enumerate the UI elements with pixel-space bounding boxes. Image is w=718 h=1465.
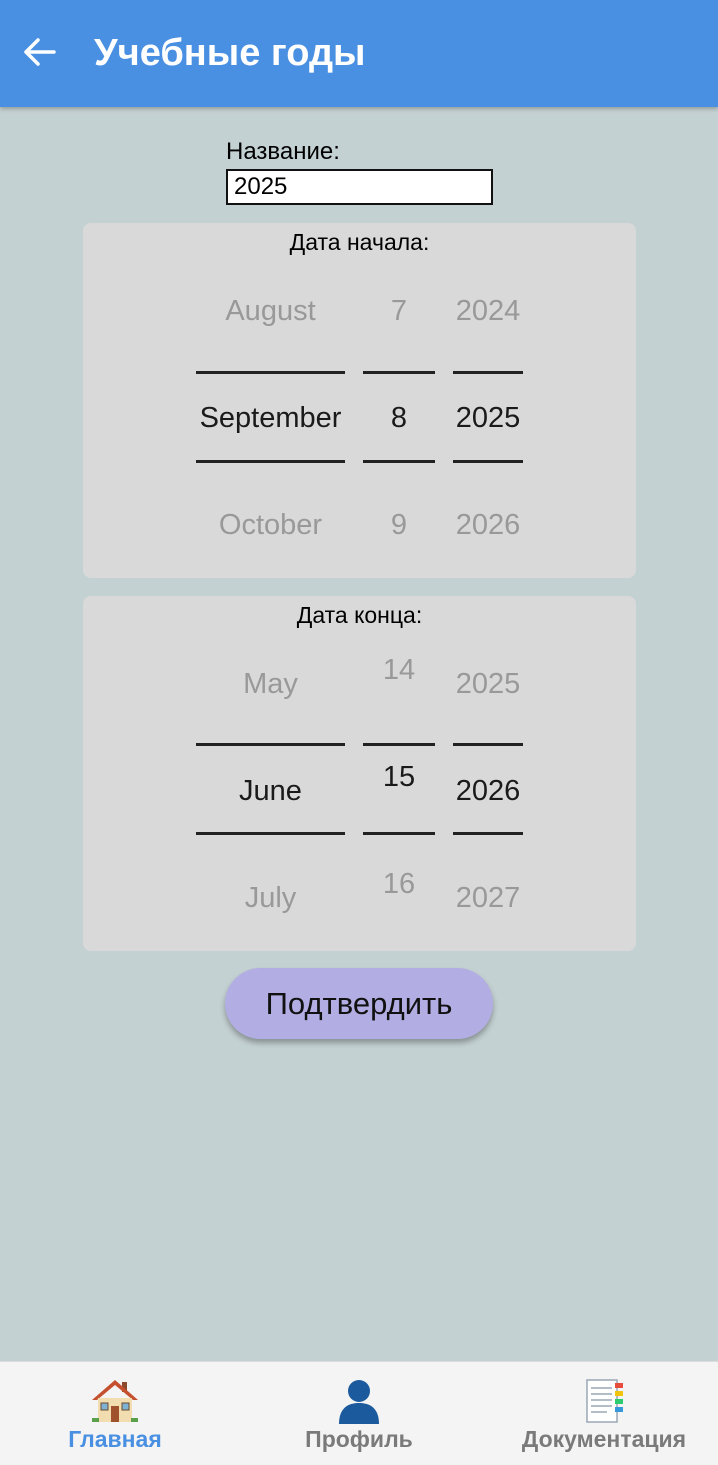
profile-icon xyxy=(339,1380,379,1424)
end-year-wheel[interactable]: 2025 2026 2027 xyxy=(453,596,523,951)
start-month-prev[interactable]: August xyxy=(196,291,345,331)
nav-label-documents: Документация xyxy=(521,1426,687,1452)
start-year-next[interactable]: 2026 xyxy=(453,505,523,545)
end-month-next[interactable]: July xyxy=(196,878,345,918)
start-day-wheel[interactable]: 7 8 9 xyxy=(363,223,435,578)
end-date-title: Дата конца: xyxy=(296,602,423,628)
confirm-button[interactable]: Подтвердить xyxy=(225,968,493,1039)
end-day-wheel[interactable]: 14 15 16 xyxy=(363,596,435,951)
end-month-wheel[interactable]: May June July xyxy=(196,596,345,951)
end-month-prev[interactable]: May xyxy=(196,664,345,704)
name-input[interactable] xyxy=(226,169,493,205)
nav-item-home[interactable]: Главная xyxy=(40,1362,190,1465)
end-year-prev[interactable]: 2025 xyxy=(453,664,523,704)
arrow-left-icon xyxy=(24,38,56,66)
start-month-selected[interactable]: September xyxy=(196,398,345,438)
end-month-selected[interactable]: June xyxy=(196,771,345,811)
end-year-divider-top xyxy=(453,743,523,746)
end-year-divider-bottom xyxy=(453,832,523,835)
end-day-divider-top xyxy=(363,743,435,746)
end-day-divider-bottom xyxy=(363,832,435,835)
start-day-selected[interactable]: 8 xyxy=(363,398,435,438)
home-icon xyxy=(92,1380,138,1422)
end-month-divider-bottom xyxy=(196,832,345,835)
start-day-divider-bottom xyxy=(363,460,435,463)
start-year-divider-bottom xyxy=(453,460,523,463)
bottom-nav: Главная Профиль Документация xyxy=(0,1361,718,1465)
start-date-picker: Дата начала: August September October 7 … xyxy=(83,223,636,578)
start-date-title: Дата начала: xyxy=(289,229,430,255)
documents-icon xyxy=(586,1379,623,1423)
start-year-wheel[interactable]: 2024 2025 2026 xyxy=(453,223,523,578)
back-button[interactable] xyxy=(14,24,64,80)
name-label: Название: xyxy=(226,138,340,165)
start-month-wheel[interactable]: August September October xyxy=(196,223,345,578)
end-day-next[interactable]: 16 xyxy=(363,864,435,904)
start-year-divider-top xyxy=(453,371,523,374)
end-day-selected[interactable]: 15 xyxy=(363,757,435,797)
nav-label-profile: Профиль xyxy=(305,1426,413,1452)
start-month-divider-bottom xyxy=(196,460,345,463)
start-day-prev[interactable]: 7 xyxy=(363,291,435,331)
end-day-prev[interactable]: 14 xyxy=(363,650,435,690)
start-day-next[interactable]: 9 xyxy=(363,505,435,545)
nav-label-home: Главная xyxy=(68,1426,162,1452)
end-year-selected[interactable]: 2026 xyxy=(453,771,523,811)
page-title: Учебные годы xyxy=(94,32,366,74)
start-day-divider-top xyxy=(363,371,435,374)
start-month-next[interactable]: October xyxy=(196,505,345,545)
start-year-prev[interactable]: 2024 xyxy=(453,291,523,331)
nav-item-documents[interactable]: Документация xyxy=(510,1362,698,1465)
end-month-divider-top xyxy=(196,743,345,746)
end-year-next[interactable]: 2027 xyxy=(453,878,523,918)
start-year-selected[interactable]: 2025 xyxy=(453,398,523,438)
app-bar: Учебные годы xyxy=(0,0,718,107)
nav-item-profile[interactable]: Профиль xyxy=(284,1362,434,1465)
start-month-divider-top xyxy=(196,371,345,374)
end-date-picker: Дата конца: May June July 14 15 16 2025 … xyxy=(83,596,636,951)
